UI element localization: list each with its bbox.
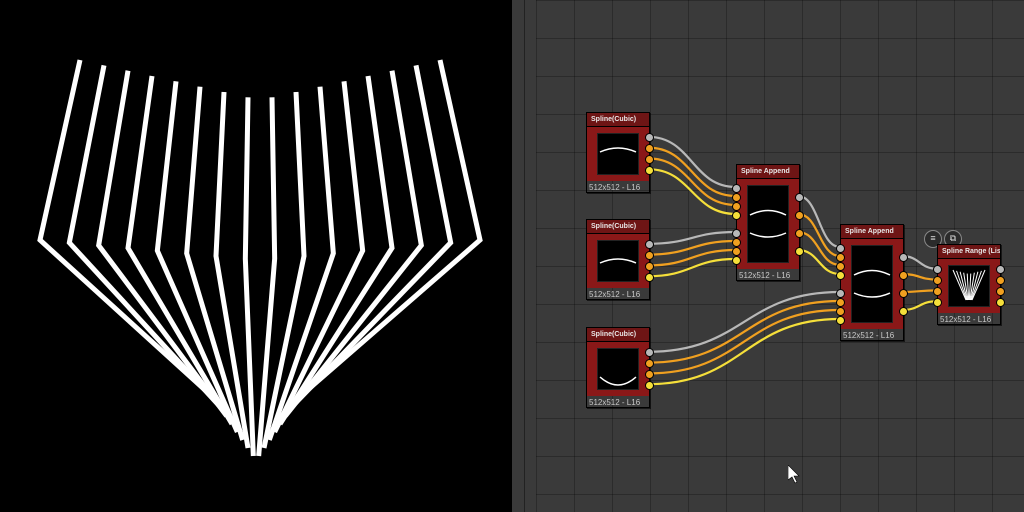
port-in-3[interactable]	[933, 298, 942, 307]
port-out-1[interactable]	[645, 359, 654, 368]
port-out-2[interactable]	[795, 229, 804, 238]
port-in-bottom-1[interactable]	[836, 298, 845, 307]
node-body	[841, 239, 903, 329]
port-out-3[interactable]	[795, 247, 804, 256]
port-in-2[interactable]	[933, 287, 942, 296]
port-out-2[interactable]	[899, 289, 908, 298]
node-resolution-label: 512x512 - L16	[938, 313, 1000, 324]
node-spline-cubic-1[interactable]: Spline(Cubic) 512x512 - L16	[586, 112, 650, 193]
node-thumbnail	[747, 185, 789, 263]
node-resolution-label: 512x512 - L16	[737, 269, 799, 280]
port-out-1[interactable]	[645, 251, 654, 260]
port-in-bottom-3[interactable]	[836, 316, 845, 325]
node-title: Spline Append	[737, 165, 799, 179]
port-out-0[interactable]	[996, 265, 1005, 274]
node-thumbnail	[851, 245, 893, 323]
port-out-3[interactable]	[996, 298, 1005, 307]
node-resolution-label: 512x512 - L16	[587, 288, 649, 299]
port-in-top-0[interactable]	[836, 244, 845, 253]
node-thumbnail	[597, 348, 639, 390]
node-thumbnail	[597, 133, 639, 175]
port-in-bottom-3[interactable]	[732, 256, 741, 265]
port-in-bottom-2[interactable]	[836, 307, 845, 316]
app-root: ≡ ⧉ Spline(Cubic)512x512 - L16Spline(Cub…	[0, 0, 1024, 512]
node-spline-cubic-3[interactable]: Spline(Cubic) 512x512 - L16	[586, 327, 650, 408]
port-out-3[interactable]	[899, 307, 908, 316]
node-graph-pane[interactable]: ≡ ⧉ Spline(Cubic)512x512 - L16Spline(Cub…	[536, 0, 1024, 512]
port-in-top-1[interactable]	[732, 193, 741, 202]
node-spline-cubic-2[interactable]: Spline(Cubic) 512x512 - L16	[586, 219, 650, 300]
port-in-top-3[interactable]	[732, 211, 741, 220]
mouse-cursor-icon	[788, 465, 802, 485]
node-title: Spline(Cubic)	[587, 220, 649, 234]
node-spline-append-2[interactable]: Spline Append 512x512 - L16	[840, 224, 904, 341]
port-out-1[interactable]	[996, 276, 1005, 285]
node-body	[737, 179, 799, 269]
node-resolution-label: 512x512 - L16	[587, 396, 649, 407]
port-in-bottom-1[interactable]	[732, 238, 741, 247]
port-in-bottom-0[interactable]	[732, 229, 741, 238]
port-out-3[interactable]	[645, 381, 654, 390]
port-out-1[interactable]	[795, 211, 804, 220]
node-spline-range-list[interactable]: Spline Range (List) 512x512 - L16	[937, 244, 1001, 325]
port-in-top-2[interactable]	[732, 202, 741, 211]
port-in-top-1[interactable]	[836, 253, 845, 262]
node-body	[587, 342, 649, 396]
port-out-2[interactable]	[645, 262, 654, 271]
port-in-top-2[interactable]	[836, 262, 845, 271]
port-in-top-0[interactable]	[732, 184, 741, 193]
node-body	[938, 259, 1000, 313]
node-spline-append-1[interactable]: Spline Append 512x512 - L16	[736, 164, 800, 281]
port-out-0[interactable]	[645, 240, 654, 249]
port-out-1[interactable]	[899, 271, 908, 280]
port-out-2[interactable]	[645, 370, 654, 379]
node-title: Spline(Cubic)	[587, 328, 649, 342]
port-out-0[interactable]	[899, 253, 908, 262]
node-resolution-label: 512x512 - L16	[841, 329, 903, 340]
node-body	[587, 127, 649, 181]
preview-svg	[0, 0, 512, 512]
node-title: Spline Append	[841, 225, 903, 239]
node-title: Spline Range (List)	[938, 245, 1000, 259]
node-title: Spline(Cubic)	[587, 113, 649, 127]
port-out-3[interactable]	[645, 166, 654, 175]
node-resolution-label: 512x512 - L16	[587, 181, 649, 192]
port-out-0[interactable]	[645, 348, 654, 357]
pane-divider[interactable]	[512, 0, 536, 512]
node-thumbnail	[597, 240, 639, 282]
port-out-0[interactable]	[795, 193, 804, 202]
port-out-3[interactable]	[645, 273, 654, 282]
port-in-1[interactable]	[933, 276, 942, 285]
port-in-top-3[interactable]	[836, 271, 845, 280]
port-in-bottom-2[interactable]	[732, 247, 741, 256]
port-in-0[interactable]	[933, 265, 942, 274]
node-body	[587, 234, 649, 288]
port-out-0[interactable]	[645, 133, 654, 142]
port-out-1[interactable]	[645, 144, 654, 153]
port-out-2[interactable]	[645, 155, 654, 164]
port-in-bottom-0[interactable]	[836, 289, 845, 298]
preview-pane	[0, 0, 512, 512]
port-out-2[interactable]	[996, 287, 1005, 296]
node-thumbnail	[948, 265, 990, 307]
